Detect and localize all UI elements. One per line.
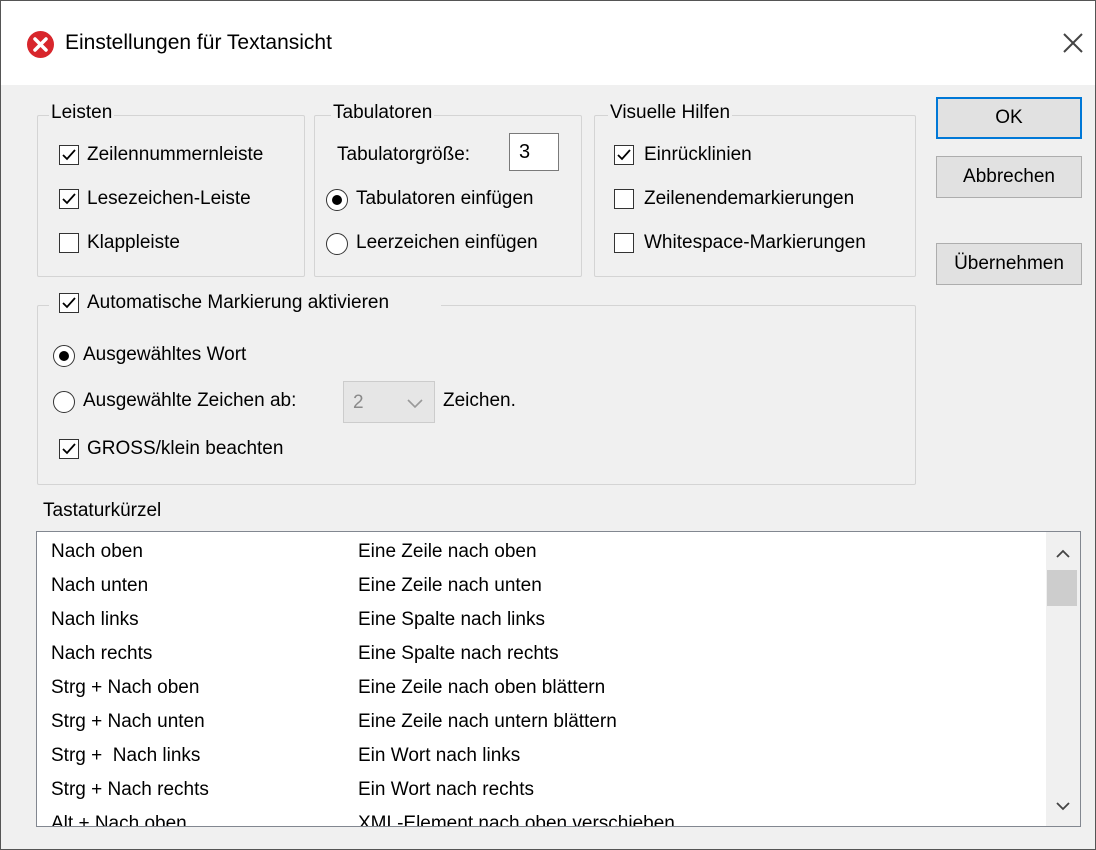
checkmark-icon — [62, 149, 76, 161]
lesezeichen-leiste-label: Lesezeichen-Leiste — [87, 188, 251, 209]
shortcut-action: XML-Element nach oben verschieben — [358, 813, 675, 827]
list-scrollbar[interactable] — [1046, 532, 1080, 826]
selected-word-label: Ausgewähltes Wort — [83, 344, 247, 365]
whitespace-markierungen-checkbox[interactable] — [614, 233, 634, 253]
leisten-group-label: Leisten — [49, 102, 115, 124]
shortcut-key: Alt + Nach oben — [51, 813, 187, 827]
zeilenendemarkierungen-checkbox[interactable] — [614, 189, 634, 209]
selected-chars-radio[interactable] — [53, 391, 75, 413]
shortcut-action: Eine Spalte nach rechts — [358, 643, 559, 664]
spaces-insert-label: Leerzeichen einfügen — [356, 232, 538, 253]
spaces-insert-radio[interactable] — [326, 233, 348, 255]
list-item[interactable]: Alt + Nach oben XML-Element nach oben ver… — [37, 808, 1047, 827]
shortcut-key: Nach rechts — [51, 643, 153, 664]
tabulatoren-group-label: Tabulatoren — [331, 102, 435, 124]
shortcut-action: Eine Zeile nach oben — [358, 541, 537, 562]
scroll-up-icon[interactable] — [1046, 538, 1080, 568]
shortcut-key: Strg + Nach links — [51, 745, 201, 766]
shortcut-key: Nach unten — [51, 575, 149, 596]
window-title: Einstellungen für Textansicht — [65, 31, 332, 54]
chars-count-select[interactable]: 2 — [343, 381, 435, 423]
auto-highlight-checkbox[interactable] — [59, 293, 79, 313]
einruecklinien-label: Einrücklinien — [644, 144, 752, 165]
list-item[interactable]: Strg + Nach rechts Ein Wort nach rechts — [37, 774, 1047, 808]
shortcut-key: Strg + Nach unten — [51, 711, 205, 732]
checkmark-icon — [62, 297, 76, 309]
list-item[interactable]: Nach oben Eine Zeile nach oben — [37, 536, 1047, 570]
apply-button[interactable]: Übernehmen — [936, 243, 1082, 285]
tabs-insert-label: Tabulatoren einfügen — [356, 188, 534, 209]
chars-count-value: 2 — [353, 392, 364, 413]
list-item[interactable]: Strg + Nach oben Eine Zeile nach oben blä… — [37, 672, 1047, 706]
shortcut-action: Eine Zeile nach oben blättern — [358, 677, 606, 698]
whitespace-markierungen-label: Whitespace-Markierungen — [644, 232, 866, 253]
selected-word-radio[interactable] — [53, 345, 75, 367]
ok-button[interactable]: OK — [936, 97, 1082, 139]
checkmark-icon — [617, 149, 631, 161]
close-button[interactable] — [1051, 21, 1095, 65]
shortcut-action: Ein Wort nach links — [358, 745, 521, 766]
zeilennummernleiste-checkbox[interactable] — [59, 145, 79, 165]
case-sensitive-checkbox[interactable] — [59, 439, 79, 459]
tab-size-input[interactable]: 3 — [509, 133, 559, 171]
list-item[interactable]: Nach links Eine Spalte nach links — [37, 604, 1047, 638]
scrollbar-thumb[interactable] — [1047, 570, 1077, 606]
visuelle-hilfen-group-label: Visuelle Hilfen — [608, 102, 733, 124]
checkmark-icon — [62, 193, 76, 205]
tabs-insert-radio[interactable] — [326, 189, 348, 211]
list-item[interactable]: Strg + Nach links Ein Wort nach links — [37, 740, 1047, 774]
list-item[interactable]: Strg + Nach unten Eine Zeile nach untern … — [37, 706, 1047, 740]
shortcut-action: Eine Zeile nach unten — [358, 575, 542, 596]
klappleiste-label: Klappleiste — [87, 232, 180, 253]
shortcut-action: Eine Spalte nach links — [358, 609, 545, 630]
shortcut-key: Nach oben — [51, 541, 143, 562]
zeilenendemarkierungen-label: Zeilenendemarkierungen — [644, 188, 855, 209]
auto-highlight-label: Automatische Markierung aktivieren — [87, 292, 390, 313]
chevron-down-icon — [407, 399, 423, 409]
checkmark-icon — [62, 443, 76, 455]
dialog-window: Einstellungen für Textansicht Leisten Ze… — [0, 0, 1096, 850]
selected-chars-label: Ausgewählte Zeichen ab: — [83, 390, 297, 411]
cancel-button[interactable]: Abbrechen — [936, 156, 1082, 198]
shortcuts-list[interactable]: Nach oben Eine Zeile nach oben Nach unten… — [36, 531, 1081, 827]
zeilennummernleiste-label: Zeilennummernleiste — [87, 144, 264, 165]
shortcut-key: Strg + Nach rechts — [51, 779, 209, 800]
list-item[interactable]: Nach rechts Eine Spalte nach rechts — [37, 638, 1047, 672]
einruecklinien-checkbox[interactable] — [614, 145, 634, 165]
close-icon — [1063, 33, 1083, 53]
title-bar: Einstellungen für Textansicht — [1, 1, 1095, 85]
chars-suffix-label: Zeichen. — [443, 390, 516, 411]
shortcut-key: Strg + Nach oben — [51, 677, 200, 698]
app-logo-icon — [27, 31, 54, 58]
lesezeichen-leiste-checkbox[interactable] — [59, 189, 79, 209]
list-item[interactable]: Nach unten Eine Zeile nach unten — [37, 570, 1047, 604]
shortcut-key: Nach links — [51, 609, 139, 630]
shortcut-action: Eine Zeile nach untern blättern — [358, 711, 617, 732]
case-sensitive-label: GROSS/klein beachten — [87, 438, 284, 459]
tab-size-label: Tabulatorgröße: — [337, 144, 471, 165]
klappleiste-checkbox[interactable] — [59, 233, 79, 253]
scroll-down-icon[interactable] — [1046, 792, 1080, 822]
shortcuts-label: Tastaturkürzel — [43, 500, 162, 521]
shortcut-action: Ein Wort nach rechts — [358, 779, 535, 800]
